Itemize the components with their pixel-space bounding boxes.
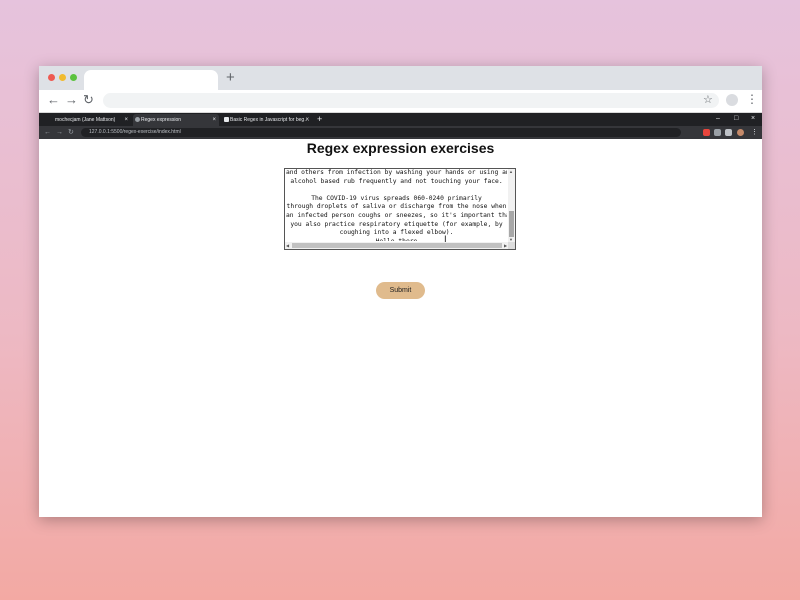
close-window-icon[interactable] (48, 74, 55, 81)
outer-tab-strip: + (39, 66, 762, 90)
inner-toolbar: ← → ↻ 127.0.0.1:5500/regex-exercise/inde… (39, 126, 762, 139)
tab-regex-expression[interactable]: Regex expression × (133, 114, 219, 126)
textarea-content[interactable]: and others from infection by washing you… (286, 169, 507, 241)
reload-icon[interactable]: ↻ (83, 92, 94, 108)
vertical-scrollbar[interactable]: ▲ ▼ (508, 169, 515, 242)
back-icon[interactable]: ← (44, 127, 51, 138)
minimize-icon[interactable]: – (716, 113, 720, 124)
inner-new-tab-button[interactable]: + (317, 113, 322, 125)
text-cursor-icon: I (444, 235, 447, 245)
tab-label: Basic Regex in Javascript for beg… (230, 117, 310, 123)
regex-textarea[interactable]: and others from infection by washing you… (284, 168, 516, 250)
inner-tab-strip: mochecjam (Jane Mattson) × Regex express… (39, 113, 762, 126)
outer-active-tab[interactable] (84, 70, 218, 90)
reload-icon[interactable]: ↻ (68, 127, 74, 138)
tab-close-icon[interactable]: × (124, 114, 128, 126)
tab-close-icon[interactable]: × (212, 114, 216, 126)
tab-label: mochecjam (Jane Mattson) (55, 117, 116, 123)
minimize-window-icon[interactable] (59, 74, 66, 81)
horizontal-scrollbar[interactable]: ◀ ▶ (285, 242, 510, 249)
outer-toolbar: ← → ↻ ☆ ⋮ (39, 90, 762, 113)
tab-github-profile[interactable]: mochecjam (Jane Mattson) × (47, 114, 131, 126)
inner-address-bar[interactable]: 127.0.0.1:5500/regex-exercise/index.html (81, 128, 681, 137)
puzzle-icon[interactable] (725, 129, 732, 136)
forward-icon[interactable]: → (65, 92, 78, 108)
restore-icon[interactable]: □ (734, 113, 738, 124)
outer-address-bar[interactable] (103, 93, 719, 108)
bookmark-star-icon[interactable]: ☆ (703, 93, 713, 106)
browser-menu-icon[interactable]: ⋮ (746, 92, 758, 106)
tab-basic-regex-article[interactable]: Basic Regex in Javascript for beg… × (222, 114, 312, 126)
resize-handle[interactable] (508, 242, 515, 249)
vertical-scroll-thumb[interactable] (509, 211, 514, 237)
page-title: Regex expression exercises (306, 140, 495, 156)
scroll-up-icon[interactable]: ▲ (509, 169, 513, 174)
tab-label: Regex expression (141, 117, 182, 123)
globe-icon (135, 117, 140, 122)
browser-menu-icon[interactable]: ⋮ (751, 127, 758, 138)
horizontal-scroll-thumb[interactable] (292, 243, 502, 248)
scroll-left-icon[interactable]: ◀ (286, 243, 289, 248)
extension-icon[interactable] (714, 129, 721, 136)
profile-avatar[interactable] (737, 129, 744, 136)
page-content: Regex expression exercises and others fr… (39, 139, 762, 517)
outer-browser-window: + ← → ↻ ☆ ⋮ mochecjam (Jane Mattson) × R… (39, 66, 762, 517)
dev-logo-icon (224, 117, 229, 122)
scroll-right-icon[interactable]: ▶ (504, 243, 507, 248)
new-tab-button[interactable]: + (226, 69, 235, 87)
submit-button[interactable]: Submit (376, 282, 425, 299)
close-icon[interactable]: × (751, 113, 755, 124)
back-icon[interactable]: ← (47, 92, 60, 108)
maximize-window-icon[interactable] (70, 74, 77, 81)
forward-icon[interactable]: → (56, 127, 63, 138)
tab-close-icon[interactable]: × (305, 114, 309, 126)
profile-avatar[interactable] (726, 94, 738, 106)
extension-icon[interactable] (703, 129, 710, 136)
